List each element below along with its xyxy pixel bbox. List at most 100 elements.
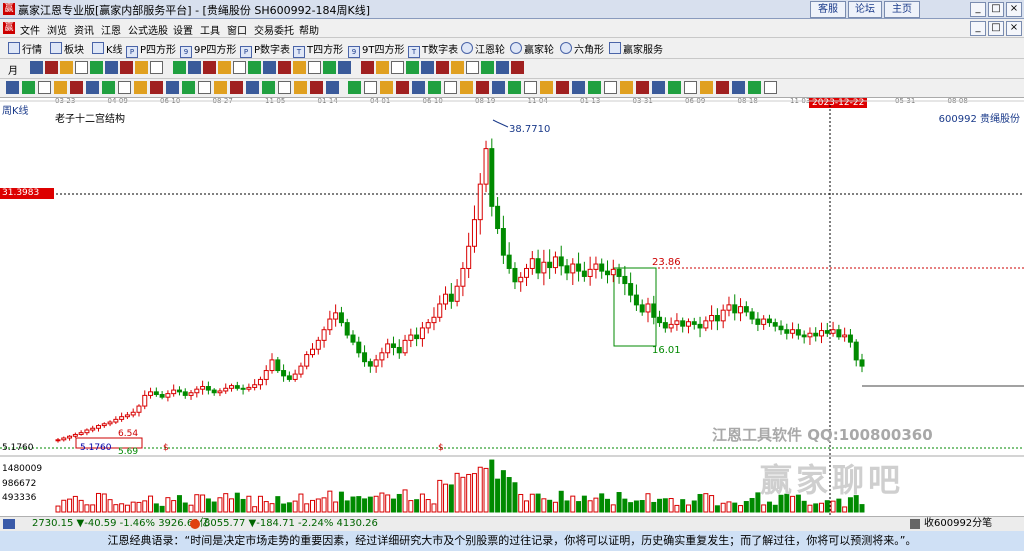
draw-tool-button[interactable]: [218, 61, 231, 74]
line-tool-button[interactable]: [668, 81, 681, 94]
line-tool-button[interactable]: [348, 81, 361, 94]
line-tool-button[interactable]: [326, 81, 339, 94]
draw-tool-button[interactable]: [233, 61, 246, 74]
line-tool-button[interactable]: [572, 81, 585, 94]
line-tool-button[interactable]: [524, 81, 537, 94]
draw-tool-button[interactable]: [188, 61, 201, 74]
line-tool-button[interactable]: [364, 81, 377, 94]
draw-tool-button[interactable]: [466, 61, 479, 74]
tool-gann-wheel[interactable]: 江恩轮: [461, 41, 505, 56]
menu-window[interactable]: 窗口: [227, 22, 247, 37]
line-tool-button[interactable]: [636, 81, 649, 94]
line-tool-button[interactable]: [604, 81, 617, 94]
line-tool-button[interactable]: [684, 81, 697, 94]
draw-tool-button[interactable]: [338, 61, 351, 74]
line-tool-button[interactable]: [540, 81, 553, 94]
draw-tool-button[interactable]: [361, 61, 374, 74]
forum-button[interactable]: 论坛: [848, 1, 882, 18]
sz-index-text[interactable]: 8055.77 ▼-184.71 -2.24% 4130.26: [204, 517, 378, 531]
menu-info[interactable]: 资讯: [74, 22, 94, 37]
draw-tool-button[interactable]: [421, 61, 434, 74]
draw-tool-button[interactable]: [278, 61, 291, 74]
line-tool-button[interactable]: [428, 81, 441, 94]
child-maximize-button[interactable]: □: [988, 21, 1004, 36]
line-tool-button[interactable]: [700, 81, 713, 94]
draw-tool-button[interactable]: [263, 61, 276, 74]
draw-tool-button[interactable]: [481, 61, 494, 74]
tool-t-square[interactable]: T T四方形: [293, 41, 343, 58]
draw-tool-button[interactable]: [173, 61, 186, 74]
line-tool-button[interactable]: [476, 81, 489, 94]
line-tool-button[interactable]: [396, 81, 409, 94]
line-tool-button[interactable]: [182, 81, 195, 94]
draw-tool-button[interactable]: [30, 61, 43, 74]
menu-help[interactable]: 帮助: [299, 22, 319, 37]
menu-browse[interactable]: 浏览: [47, 22, 67, 37]
line-tool-button[interactable]: [198, 81, 211, 94]
line-tool-button[interactable]: [556, 81, 569, 94]
menu-trade[interactable]: 交易委托: [254, 22, 294, 37]
line-tool-button[interactable]: [22, 81, 35, 94]
line-tool-button[interactable]: [460, 81, 473, 94]
sh-index-text[interactable]: 2730.15 ▼-40.59 -1.46% 3926.61亿: [32, 517, 210, 531]
draw-tool-button[interactable]: [436, 61, 449, 74]
tool-sectors[interactable]: 板块: [50, 41, 84, 56]
tool-t-table[interactable]: T T数字表: [408, 41, 458, 58]
menu-tools[interactable]: 工具: [200, 22, 220, 37]
line-tool-button[interactable]: [54, 81, 67, 94]
line-tool-button[interactable]: [588, 81, 601, 94]
tool-service[interactable]: 赢家服务: [609, 41, 663, 56]
maximize-button[interactable]: □: [988, 2, 1004, 17]
child-minimize-button[interactable]: _: [970, 21, 986, 36]
kline-chart[interactable]: [0, 97, 1024, 515]
draw-tool-button[interactable]: [45, 61, 58, 74]
draw-tool-button[interactable]: [323, 61, 336, 74]
support-button[interactable]: 客服: [810, 1, 846, 18]
tool-kline[interactable]: K线: [92, 41, 123, 56]
draw-tool-button[interactable]: [90, 61, 103, 74]
tool-p-square[interactable]: P P四方形: [126, 41, 176, 58]
line-tool-button[interactable]: [764, 81, 777, 94]
line-tool-button[interactable]: [246, 81, 259, 94]
draw-tool-button[interactable]: [60, 61, 73, 74]
draw-tool-button[interactable]: [391, 61, 404, 74]
line-tool-button[interactable]: [214, 81, 227, 94]
line-tool-button[interactable]: [716, 81, 729, 94]
homepage-button[interactable]: 主页: [884, 1, 920, 18]
line-tool-button[interactable]: [748, 81, 761, 94]
line-tool-button[interactable]: [166, 81, 179, 94]
draw-tool-button[interactable]: [496, 61, 509, 74]
line-tool-button[interactable]: [652, 81, 665, 94]
draw-tool-button[interactable]: [203, 61, 216, 74]
tool-hexagon[interactable]: 六角形: [560, 41, 604, 56]
draw-tool-button[interactable]: [308, 61, 321, 74]
draw-tool-button[interactable]: [511, 61, 524, 74]
menu-formula[interactable]: 公式选股: [128, 22, 168, 37]
line-tool-button[interactable]: [134, 81, 147, 94]
draw-tool-button[interactable]: [451, 61, 464, 74]
line-tool-button[interactable]: [278, 81, 291, 94]
draw-tool-button[interactable]: [75, 61, 88, 74]
draw-tool-button[interactable]: [248, 61, 261, 74]
line-tool-button[interactable]: [492, 81, 505, 94]
menu-gann[interactable]: 江恩: [101, 22, 121, 37]
line-tool-button[interactable]: [6, 81, 19, 94]
line-tool-button[interactable]: [262, 81, 275, 94]
line-tool-button[interactable]: [102, 81, 115, 94]
line-tool-button[interactable]: [380, 81, 393, 94]
line-tool-button[interactable]: [732, 81, 745, 94]
line-tool-button[interactable]: [230, 81, 243, 94]
period-selector[interactable]: 月: [8, 62, 18, 77]
draw-tool-button[interactable]: [293, 61, 306, 74]
tool-9p-square[interactable]: 9 9P四方形: [180, 41, 236, 58]
tool-9t-square[interactable]: 9 9T四方形: [348, 41, 404, 58]
line-tool-button[interactable]: [620, 81, 633, 94]
line-tool-button[interactable]: [310, 81, 323, 94]
tool-winner-wheel[interactable]: 赢家轮: [510, 41, 554, 56]
tool-p-table[interactable]: P P数字表: [240, 41, 290, 58]
tool-quotes[interactable]: 行情: [8, 41, 42, 56]
draw-tool-button[interactable]: [105, 61, 118, 74]
line-tool-button[interactable]: [294, 81, 307, 94]
line-tool-button[interactable]: [118, 81, 131, 94]
draw-tool-button[interactable]: [135, 61, 148, 74]
